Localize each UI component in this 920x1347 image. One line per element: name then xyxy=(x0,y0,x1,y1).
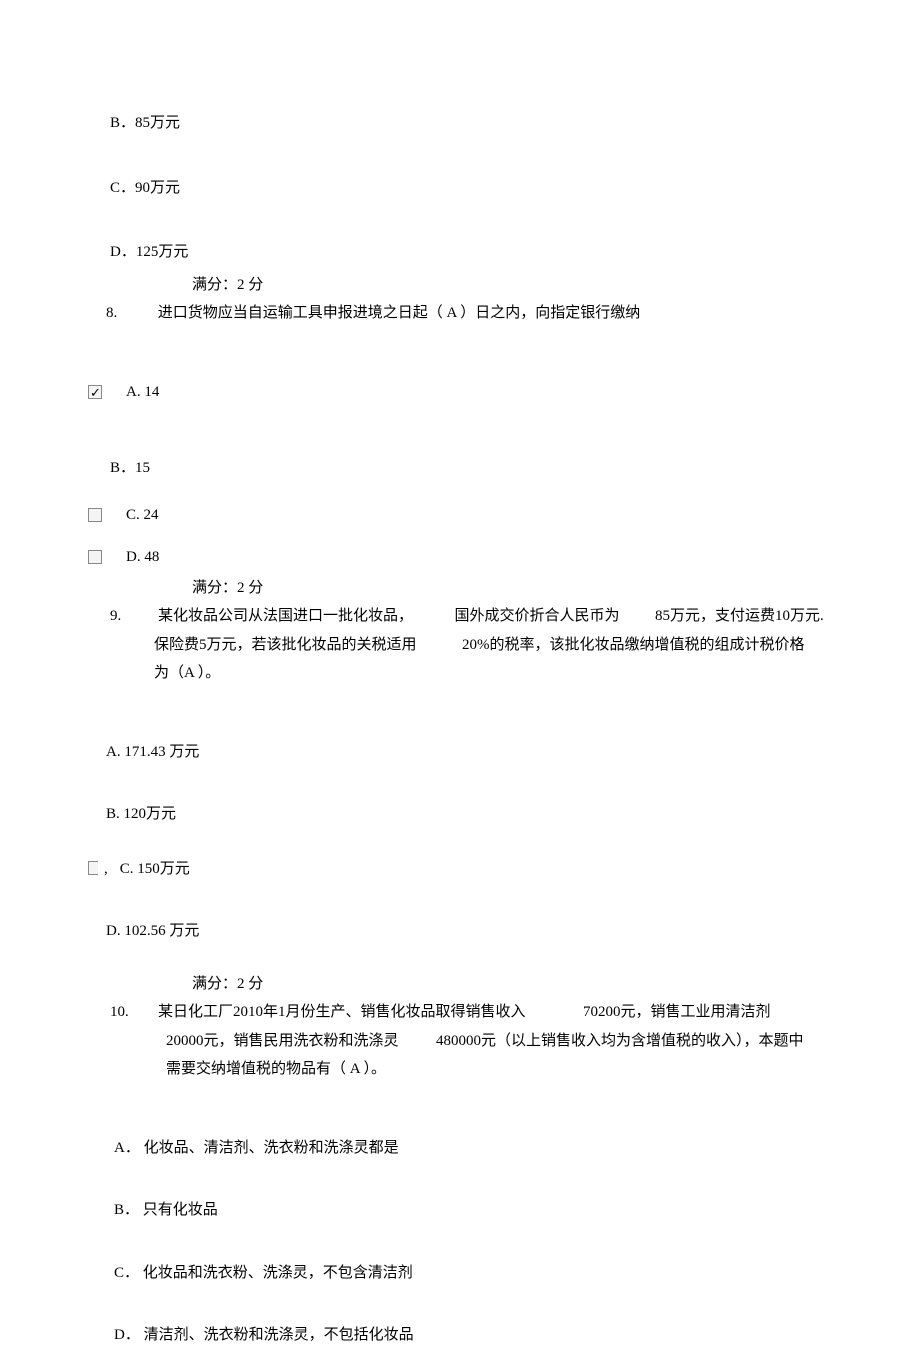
q9-line2b: 20%的税率，该批化妆品缴纳增值税的组成计税价格 xyxy=(462,634,805,657)
q10-option-a: A． 化妆品、清洁剂、洗衣粉和洗涤灵都是 xyxy=(88,1137,850,1160)
q9-line2a: 保险费5万元，若该批化妆品的关税适用 xyxy=(154,634,417,657)
q9-option-d: D. 102.56 万元 xyxy=(88,920,850,943)
q8-option-d: D. 48 xyxy=(126,546,159,569)
q9-option-b: B. 120万元 xyxy=(88,803,850,826)
q8-option-d-row: D. 48 xyxy=(88,546,850,569)
q7-option-c: C．90万元 xyxy=(88,177,850,200)
q10-option-b: B． 只有化妆品 xyxy=(88,1199,850,1222)
q8-option-a-row: A. 14 xyxy=(88,381,850,404)
q8-option-c-row: C. 24 xyxy=(88,504,850,527)
q9-score: 满分：2 分 xyxy=(88,973,850,996)
q9-option-c: C. 150万元 xyxy=(120,858,190,881)
q9-option-c-row: , C. 150万元 xyxy=(88,858,850,881)
checkbox-icon[interactable] xyxy=(88,550,102,564)
q10-line2b: 480000元（以上销售收入均为含增值税的收入），本题中 xyxy=(436,1030,804,1053)
q8-question: 8. 进口货物应当自运输工具申报进境之日起（ A ）日之内，向指定银行缴纳 xyxy=(88,302,850,325)
q10-option-c: C． 化妆品和洗衣粉、洗涤灵，不包含清洁剂 xyxy=(88,1262,850,1285)
page-content: B．85万元 C．90万元 D．125万元 满分：2 分 8. 进口货物应当自运… xyxy=(0,0,920,1347)
q10-question: 10. 某日化工厂2010年1月份生产、销售化妆品取得销售收入 70200元，销… xyxy=(88,1001,850,1081)
q10-line3: 需要交纳增值税的物品有（ A ）。 xyxy=(110,1058,850,1081)
q9-line3: 为（A ）。 xyxy=(110,662,850,685)
q9-seg3: 85万元，支付运费10万元. xyxy=(655,605,824,628)
q7-option-b: B．85万元 xyxy=(88,112,850,135)
q9-optc-prefix: , xyxy=(104,858,108,881)
q10-seg2: 70200元，销售工业用清洁剂 xyxy=(583,1001,771,1024)
q8-text: 进口货物应当自运输工具申报进境之日起（ A ）日之内，向指定银行缴纳 xyxy=(158,305,641,321)
q9-option-a: A. 171.43 万元 xyxy=(88,741,850,764)
q8-option-c: C. 24 xyxy=(126,504,159,527)
q7-option-d: D．125万元 xyxy=(88,241,850,264)
checkbox-icon[interactable] xyxy=(88,508,102,522)
q10-line2a: 20000元，销售民用洗衣粉和洗涤灵 xyxy=(166,1030,399,1053)
q9-question: 9. 某化妆品公司从法国进口一批化妆品， 国外成交价折合人民币为 85万元，支付… xyxy=(88,605,850,685)
q10-number: 10. xyxy=(110,1001,158,1024)
q8-option-a: A. 14 xyxy=(126,381,159,404)
q7-score: 满分：2 分 xyxy=(88,274,850,297)
checkbox-partial-icon[interactable] xyxy=(88,861,98,875)
q9-number: 9. xyxy=(110,605,158,628)
q8-number: 8. xyxy=(106,302,154,325)
q9-seg2: 国外成交价折合人民币为 xyxy=(455,605,620,628)
q10-seg1: 某日化工厂2010年1月份生产、销售化妆品取得销售收入 xyxy=(158,1001,526,1024)
q8-score: 满分：2 分 xyxy=(88,577,850,600)
q9-seg1: 某化妆品公司从法国进口一批化妆品， xyxy=(158,605,413,628)
q10-option-d: D． 清洁剂、洗衣粉和洗涤灵，不包括化妆品 xyxy=(88,1324,850,1347)
checkbox-icon[interactable] xyxy=(88,385,102,399)
q8-option-b: B．15 xyxy=(88,457,850,480)
